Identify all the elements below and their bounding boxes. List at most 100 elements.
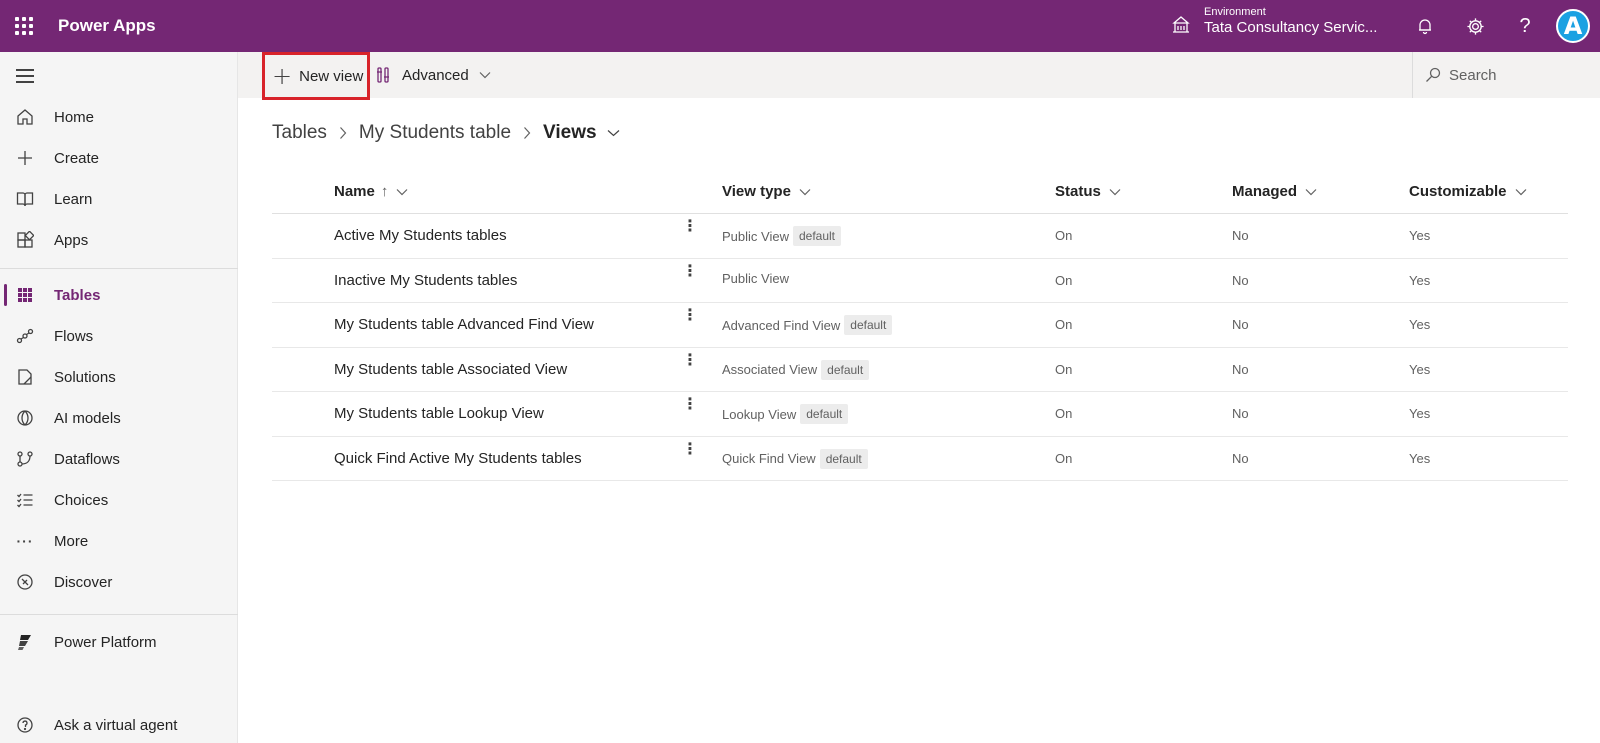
table-row[interactable]: Quick Find Active My Students tables ⋮ Q… — [272, 437, 1568, 481]
search-placeholder: Search — [1449, 66, 1497, 84]
column-header-customizable[interactable]: Customizable — [1409, 183, 1527, 200]
view-name[interactable]: My Students table Advanced Find View — [334, 316, 594, 333]
status-cell: On — [1055, 361, 1073, 377]
sidebar-item-label: Discover — [54, 573, 113, 591]
flow-icon — [15, 326, 35, 346]
chevron-down-icon — [1305, 188, 1317, 195]
table-row[interactable]: Inactive My Students tables ⋮ Public Vie… — [272, 259, 1568, 303]
sidebar-item-solutions[interactable]: Solutions — [0, 358, 238, 396]
column-header-name[interactable]: Name ↑ — [334, 183, 408, 200]
new-view-button[interactable]: + New view — [262, 52, 370, 100]
table-row[interactable]: My Students table Lookup View ⋮ Lookup V… — [272, 392, 1568, 437]
sidebar-item-home[interactable]: Home — [0, 98, 238, 136]
help-button[interactable]: ? — [1512, 13, 1538, 39]
settings-button[interactable] — [1462, 13, 1488, 39]
breadcrumb: Tables My Students table Views — [272, 122, 620, 144]
view-name[interactable]: Quick Find Active My Students tables — [334, 450, 582, 467]
chevron-down-icon[interactable] — [607, 129, 620, 137]
sidebar-item-learn[interactable]: Learn — [0, 180, 238, 218]
table-row[interactable]: Active My Students tables ⋮ Public View d… — [272, 214, 1568, 259]
view-type-cell: Quick Find View default — [722, 448, 868, 469]
sidebar-divider — [0, 268, 238, 269]
chevron-down-icon — [396, 188, 408, 195]
view-name[interactable]: My Students table Lookup View — [334, 405, 544, 422]
customizable-cell: Yes — [1409, 317, 1431, 332]
search-input[interactable]: Search — [1412, 52, 1600, 98]
gear-icon — [1466, 17, 1484, 35]
sidebar-item-more[interactable]: ··· More — [0, 522, 238, 560]
column-header-label: Status — [1055, 183, 1101, 200]
advanced-dropdown-button[interactable]: Advanced — [376, 52, 491, 98]
column-header-label: Customizable — [1409, 183, 1507, 200]
customizable-cell: Yes — [1409, 228, 1431, 243]
view-name[interactable]: Active My Students tables — [334, 227, 507, 244]
view-type: Advanced Find View — [722, 317, 841, 333]
status-cell: On — [1055, 228, 1073, 243]
view-type-cell: Lookup View default — [722, 404, 849, 424]
sidebar-item-label: Dataflows — [54, 450, 120, 468]
column-header-view-type[interactable]: View type — [722, 183, 811, 200]
table-row[interactable]: My Students table Advanced Find View ⋮ A… — [272, 303, 1568, 348]
view-type: Public View — [722, 228, 789, 244]
top-bar: Power Apps Environment Tata Consultancy … — [0, 0, 1600, 52]
sidebar-item-discover[interactable]: Discover — [0, 563, 238, 601]
default-badge: default — [792, 226, 841, 246]
power-platform-icon — [15, 632, 35, 652]
sidebar-item-create[interactable]: Create — [0, 139, 238, 177]
view-type: Quick Find View — [722, 451, 816, 466]
app-launcher-button[interactable] — [0, 0, 48, 52]
managed-cell: No — [1232, 450, 1249, 466]
sidebar-item-ask-virtual-agent[interactable]: Ask a virtual agent — [0, 706, 238, 743]
app-title[interactable]: Power Apps — [58, 16, 156, 36]
view-type: Public View — [722, 270, 789, 286]
view-name[interactable]: Inactive My Students tables — [334, 272, 517, 289]
chevron-right-icon — [339, 127, 347, 139]
view-type-cell: Public View — [722, 271, 789, 286]
view-type: Associated View — [722, 362, 818, 377]
status-cell: On — [1055, 317, 1073, 332]
breadcrumb-table-name[interactable]: My Students table — [359, 122, 511, 144]
sidebar-divider — [0, 614, 238, 615]
more-options-icon[interactable]: ⋮ — [682, 397, 698, 413]
breadcrumb-tables[interactable]: Tables — [272, 122, 327, 144]
chevron-right-icon — [524, 127, 531, 139]
status-cell: On — [1055, 450, 1073, 466]
help-icon: ? — [1519, 14, 1531, 37]
hamburger-menu-icon[interactable] — [16, 69, 34, 87]
default-badge: default — [819, 448, 868, 469]
chevron-down-icon — [1109, 188, 1121, 195]
more-options-icon[interactable]: ⋮ — [682, 219, 698, 235]
book-icon — [15, 189, 35, 209]
choices-icon — [15, 490, 35, 510]
view-type-cell: Public View default — [722, 226, 841, 246]
default-badge: default — [821, 359, 870, 380]
sidebar-item-apps[interactable]: Apps — [0, 221, 238, 259]
breadcrumb-current[interactable]: Views — [543, 122, 597, 144]
sidebar-item-flows[interactable]: Flows — [0, 317, 238, 355]
sidebar-item-label: Flows — [54, 327, 94, 345]
more-options-icon[interactable]: ⋮ — [682, 263, 698, 279]
chevron-down-icon — [479, 72, 491, 79]
environment-picker[interactable]: Environment Tata Consultancy Servic... — [1170, 6, 1377, 36]
view-name[interactable]: My Students table Associated View — [334, 361, 567, 378]
more-icon: ··· — [16, 533, 34, 549]
home-icon — [15, 107, 35, 127]
more-options-icon[interactable]: ⋮ — [682, 308, 698, 324]
more-options-icon[interactable]: ⋮ — [682, 441, 698, 457]
column-header-status[interactable]: Status — [1055, 183, 1121, 200]
sidebar-item-tables[interactable]: Tables — [0, 276, 238, 314]
view-type: Lookup View — [722, 406, 797, 422]
advanced-label: Advanced — [402, 66, 469, 84]
notifications-button[interactable] — [1412, 13, 1438, 39]
column-header-managed[interactable]: Managed — [1232, 183, 1317, 200]
status-cell: On — [1055, 406, 1073, 421]
discover-icon — [15, 572, 35, 592]
sidebar-item-dataflows[interactable]: Dataflows — [0, 440, 238, 478]
plus-icon: + — [272, 62, 293, 90]
avatar[interactable]: A — [1556, 9, 1590, 43]
sidebar-item-power-platform[interactable]: Power Platform — [0, 623, 238, 661]
sidebar-item-choices[interactable]: Choices — [0, 481, 238, 519]
table-row[interactable]: My Students table Associated View ⋮ Asso… — [272, 348, 1568, 392]
sidebar-item-ai-models[interactable]: AI models — [0, 399, 238, 437]
more-options-icon[interactable]: ⋮ — [682, 352, 698, 368]
